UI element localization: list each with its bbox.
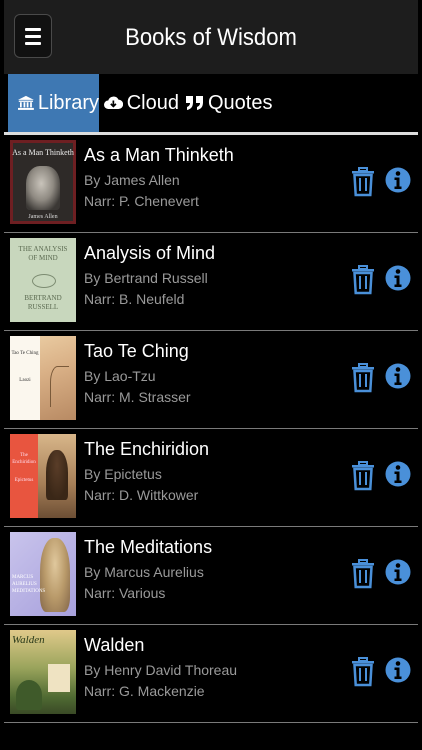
book-cover: Tao Te Ching Laozi — [10, 336, 76, 420]
cover-author: James Allen — [28, 214, 58, 220]
book-title: The Enchiridion — [84, 439, 210, 459]
tab-cloud[interactable]: Cloud — [104, 74, 179, 132]
book-narrator: Narr: Various — [84, 585, 166, 601]
tab-quotes[interactable]: Quotes — [186, 74, 276, 132]
cloud-download-icon — [104, 96, 123, 109]
cover-left-panel — [10, 434, 38, 518]
book-author: By Marcus Aurelius — [84, 564, 204, 580]
book-cover: The Enchiridion Epictetus — [10, 434, 76, 518]
book-list: As a Man Thinketh James Allen As a Man T… — [4, 135, 418, 723]
info-icon[interactable] — [385, 265, 411, 291]
trash-icon[interactable] — [351, 657, 375, 687]
book-narrator: Narr: M. Strasser — [84, 389, 191, 405]
book-row[interactable]: The Enchiridion Epictetus The Enchiridio… — [4, 429, 418, 527]
hamburger-menu-icon-bar — [25, 35, 41, 38]
cover-title: MARCUS AURELIUS MEDITATIONS — [12, 575, 46, 594]
tab-quotes-label: Quotes — [208, 91, 273, 114]
tab-library[interactable]: Library — [8, 74, 99, 132]
cover-author: Epictetus — [14, 478, 34, 483]
cover-author: Laozi — [19, 378, 31, 383]
cover-title: The Enchiridion — [12, 453, 36, 465]
book-narrator: Narr: B. Neufeld — [84, 291, 185, 307]
cover-art — [26, 166, 60, 210]
hamburger-menu-icon — [25, 28, 41, 31]
cover-author: BERTRAND RUSSELL — [24, 294, 62, 311]
book-narrator: Narr: P. Chenevert — [84, 193, 199, 209]
info-icon[interactable] — [385, 363, 411, 389]
book-author: By James Allen — [84, 172, 180, 188]
book-author: By Lao-Tzu — [84, 368, 156, 384]
book-title: As a Man Thinketh — [84, 145, 234, 165]
hamburger-menu-icon-bar — [25, 42, 41, 45]
trash-icon[interactable] — [351, 363, 375, 393]
book-title: The Meditations — [84, 537, 213, 557]
cover-art — [40, 538, 70, 612]
cover-art-line — [50, 366, 69, 407]
book-author: By Henry David Thoreau — [84, 662, 238, 678]
book-row[interactable]: Tao Te Ching Laozi Tao Te Ching By Lao-T… — [4, 331, 418, 429]
book-cover: THE ANALYSIS OF MIND BERTRAND RUSSELL — [10, 238, 76, 322]
cover-tree — [16, 680, 42, 710]
tab-library-label: Library — [37, 91, 99, 114]
book-row[interactable]: MARCUS AURELIUS MEDITATIONS The Meditati… — [4, 527, 418, 625]
trash-icon[interactable] — [351, 167, 375, 197]
book-cover: As a Man Thinketh James Allen — [10, 140, 76, 224]
book-cover: Walden — [10, 630, 76, 714]
app-screen: Books of Wisdom Library Cloud Quotes As … — [0, 0, 422, 750]
book-title: Tao Te Ching — [84, 341, 189, 361]
book-title: Walden — [84, 635, 145, 655]
trash-icon[interactable] — [351, 265, 375, 295]
book-title: Analysis of Mind — [84, 243, 216, 263]
tab-cloud-label: Cloud — [126, 91, 179, 114]
cover-title: Tao Te Ching — [11, 351, 39, 356]
cover-label — [48, 664, 70, 692]
cover-title: Walden — [12, 634, 45, 646]
book-narrator: Narr: G. Mackenzie — [84, 683, 205, 699]
cover-title: As a Man Thinketh — [12, 148, 74, 157]
book-author: By Bertrand Russell — [84, 270, 208, 286]
cover-art-figure — [46, 450, 68, 500]
info-icon[interactable] — [385, 461, 411, 487]
bank-icon — [18, 95, 34, 110]
info-icon[interactable] — [385, 167, 411, 193]
app-header: Books of Wisdom — [4, 0, 418, 74]
page-title: Books of Wisdom — [125, 24, 297, 51]
info-icon[interactable] — [385, 657, 411, 683]
info-icon[interactable] — [385, 559, 411, 585]
book-cover: MARCUS AURELIUS MEDITATIONS — [10, 532, 76, 616]
trash-icon[interactable] — [351, 461, 375, 491]
book-author: By Epictetus — [84, 466, 162, 482]
cover-ornament — [32, 274, 56, 288]
book-narrator: Narr: D. Wittkower — [84, 487, 199, 503]
book-row[interactable]: Walden Walden By Henry David Thoreau Nar… — [4, 625, 418, 723]
cover-title: THE ANALYSIS OF MIND — [18, 245, 68, 262]
menu-button[interactable] — [14, 14, 52, 58]
book-row[interactable]: THE ANALYSIS OF MIND BERTRAND RUSSELL An… — [4, 233, 418, 331]
tab-bar: Library Cloud Quotes — [4, 74, 418, 132]
quote-icon — [186, 96, 203, 110]
trash-icon[interactable] — [351, 559, 375, 589]
book-row[interactable]: As a Man Thinketh James Allen As a Man T… — [4, 135, 418, 233]
